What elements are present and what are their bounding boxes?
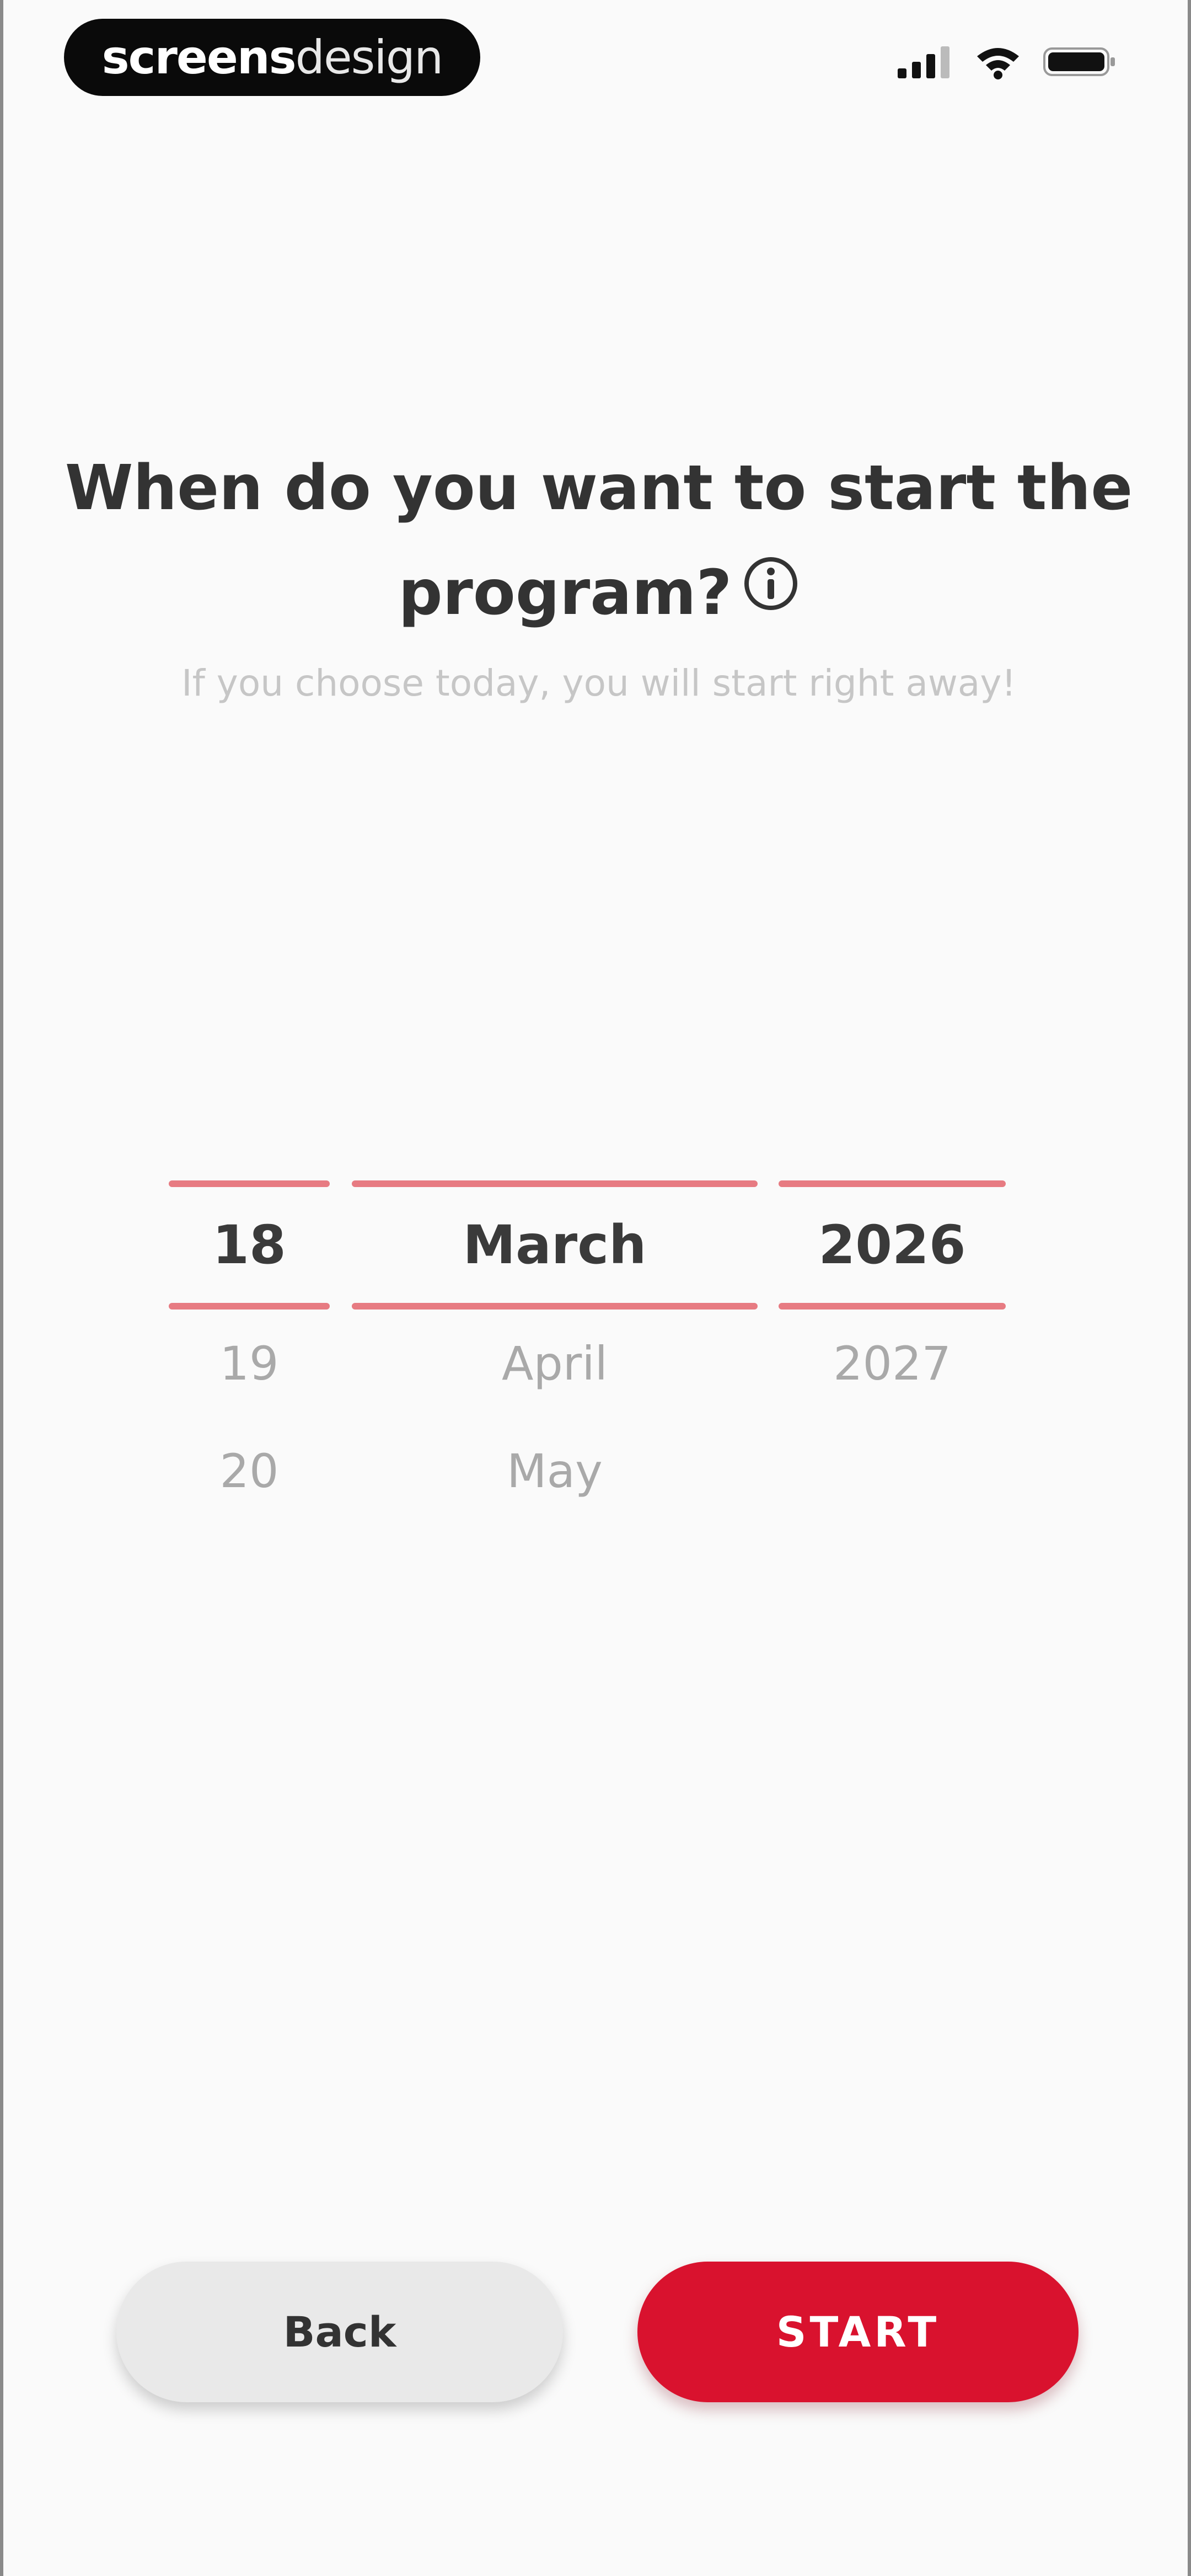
day-selected[interactable]: 18 (169, 1187, 330, 1303)
day-option[interactable]: 19 (169, 1310, 330, 1417)
year-selected[interactable]: 2026 (779, 1187, 1006, 1303)
month-selected[interactable]: March (352, 1187, 758, 1303)
battery-icon (1043, 45, 1116, 78)
picker-rule-bottom (169, 1303, 330, 1310)
month-option[interactable]: April (352, 1310, 758, 1417)
status-bar-icons (898, 44, 1116, 79)
picker-rule-top (169, 1180, 330, 1187)
year-picker[interactable]: 2026 2027 (779, 1180, 1006, 1417)
page-title-line-1: When do you want to start the (65, 452, 1133, 524)
month-option[interactable]: May (352, 1417, 758, 1525)
year-option[interactable]: 2027 (779, 1310, 1006, 1417)
page-title: When do you want to start the program? (3, 436, 1191, 649)
brand-logo: screensdesign (64, 19, 480, 96)
picker-rule-bottom (352, 1303, 758, 1310)
cellular-signal-icon (898, 45, 953, 78)
wifi-icon (975, 44, 1021, 79)
page-title-line-2-text: program? (398, 557, 732, 629)
page-subtitle: If you choose today, you will start righ… (181, 662, 1016, 704)
picker-rule-top (779, 1180, 1006, 1187)
page-title-line-2: program? (3, 541, 1191, 649)
picker-rule-bottom (779, 1303, 1006, 1310)
brand-wordmark-bold: screens (101, 30, 297, 84)
info-icon[interactable] (742, 539, 800, 644)
brand-wordmark-light: design (295, 30, 444, 84)
picker-rule-top (352, 1180, 758, 1187)
month-picker[interactable]: March April May (352, 1180, 758, 1525)
day-option[interactable]: 20 (169, 1417, 330, 1525)
day-picker[interactable]: 18 19 20 (169, 1180, 330, 1525)
brand-wordmark: screensdesign (101, 30, 444, 84)
back-button[interactable]: Back (116, 2262, 563, 2402)
start-button[interactable]: START (637, 2262, 1079, 2402)
app-screen: screensdesign When do you want to start … (0, 0, 1191, 2576)
